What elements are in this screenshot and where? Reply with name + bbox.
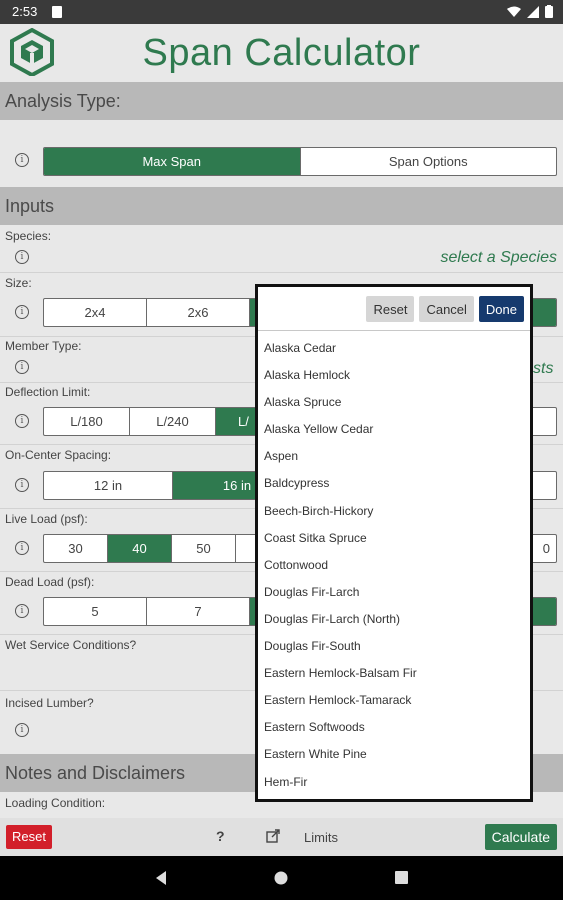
- status-time: 2:53: [12, 4, 38, 19]
- on-center-spacing-label: On-Center Spacing:: [5, 448, 112, 462]
- species-list-item[interactable]: Alaska Hemlock: [264, 362, 417, 389]
- species-list-item[interactable]: Alaska Cedar: [264, 335, 417, 362]
- species-list-item[interactable]: Baldcypress: [264, 470, 417, 497]
- analysis-option-span-options[interactable]: Span Options: [301, 148, 557, 175]
- live-load-option-40[interactable]: 40: [108, 535, 172, 562]
- info-icon[interactable]: i: [15, 723, 29, 737]
- popup-divider: [258, 330, 530, 331]
- analysis-type-header: Analysis Type:: [0, 82, 563, 120]
- reset-button[interactable]: Reset: [6, 825, 52, 849]
- member-type-select[interactable]: sts: [533, 360, 553, 378]
- deflection-limit-label: Deflection Limit:: [5, 385, 91, 399]
- app-title: Span Calculator: [142, 32, 421, 74]
- species-select[interactable]: select a Species: [440, 249, 557, 267]
- info-icon[interactable]: i: [15, 541, 29, 555]
- size-option-2x6[interactable]: 2x6: [147, 299, 250, 326]
- info-icon[interactable]: i: [15, 604, 29, 618]
- species-list-item[interactable]: Cottonwood: [264, 552, 417, 579]
- live-load-label: Live Load (psf):: [5, 512, 88, 526]
- help-button[interactable]: ?: [216, 828, 225, 844]
- back-icon[interactable]: [154, 871, 168, 885]
- live-load-option-30[interactable]: 30: [44, 535, 108, 562]
- recents-icon[interactable]: [395, 871, 408, 884]
- status-bar: 2:53: [0, 0, 563, 24]
- size-option-2x4[interactable]: 2x4: [44, 299, 147, 326]
- signal-icon: [527, 5, 539, 18]
- species-list-item[interactable]: Coast Sitka Spruce: [264, 525, 417, 552]
- dead-load-option-7[interactable]: 7: [147, 598, 250, 625]
- incised-lumber-label: Incised Lumber?: [5, 696, 94, 710]
- wifi-icon: [507, 6, 521, 17]
- popup-cancel-button[interactable]: Cancel: [419, 296, 474, 322]
- calculate-button[interactable]: Calculate: [484, 824, 557, 850]
- popup-done-button[interactable]: Done: [478, 296, 524, 322]
- species-list-item[interactable]: Eastern White Pine: [264, 741, 417, 768]
- species-list-item[interactable]: Alaska Spruce: [264, 389, 417, 416]
- info-icon[interactable]: i: [15, 305, 29, 319]
- sd-card-icon: [52, 6, 62, 18]
- dead-load-option-5[interactable]: 5: [44, 598, 147, 625]
- system-nav-bar: [0, 856, 563, 900]
- analysis-option-max-span[interactable]: Max Span: [44, 148, 301, 175]
- limits-button[interactable]: Limits: [304, 830, 338, 845]
- spacing-option-12in[interactable]: 12 in: [44, 472, 173, 499]
- species-list-item[interactable]: Eastern Hemlock-Balsam Fir: [264, 660, 417, 687]
- species-list-item[interactable]: Aspen: [264, 443, 417, 470]
- home-icon[interactable]: [274, 871, 288, 885]
- info-icon[interactable]: i: [15, 360, 29, 374]
- wet-service-label: Wet Service Conditions?: [5, 638, 137, 652]
- species-list-item[interactable]: Hem-Fir: [264, 769, 417, 796]
- loading-condition-label: Loading Condition:: [5, 796, 106, 810]
- species-picker-popup: Reset Cancel Done Alaska Cedar Alaska He…: [255, 284, 533, 802]
- dead-load-label: Dead Load (psf):: [5, 575, 95, 589]
- species-list-item[interactable]: Beech-Birch-Hickory: [264, 498, 417, 525]
- export-icon[interactable]: [266, 829, 280, 843]
- battery-icon: [545, 5, 553, 18]
- species-list-item[interactable]: Eastern Hemlock-Tamarack: [264, 687, 417, 714]
- species-list-item[interactable]: Douglas Fir-Larch (North): [264, 606, 417, 633]
- bottom-toolbar: Reset ? Limits Calculate: [0, 818, 563, 856]
- info-icon[interactable]: i: [15, 478, 29, 492]
- species-label: Species:: [5, 229, 52, 243]
- deflection-option-l180[interactable]: L/180: [44, 408, 130, 435]
- analysis-type-selector: Max Span Span Options: [43, 147, 557, 176]
- member-type-label: Member Type:: [5, 339, 82, 353]
- title-bar: Span Calculator: [0, 24, 563, 80]
- inputs-header: Inputs: [0, 187, 563, 225]
- info-icon[interactable]: i: [15, 153, 29, 167]
- species-list-item[interactable]: Douglas Fir-Larch: [264, 579, 417, 606]
- info-icon[interactable]: i: [15, 414, 29, 428]
- species-list-item[interactable]: Douglas Fir-South: [264, 633, 417, 660]
- divider: [0, 272, 563, 273]
- species-list-item[interactable]: Alaska Yellow Cedar: [264, 416, 417, 443]
- live-load-option-50[interactable]: 50: [172, 535, 236, 562]
- species-list: Alaska Cedar Alaska Hemlock Alaska Spruc…: [264, 335, 417, 796]
- deflection-option-l240[interactable]: L/240: [130, 408, 216, 435]
- species-list-item[interactable]: Eastern Softwoods: [264, 714, 417, 741]
- popup-reset-button[interactable]: Reset: [366, 296, 415, 322]
- size-label: Size:: [5, 276, 32, 290]
- info-icon[interactable]: i: [15, 250, 29, 264]
